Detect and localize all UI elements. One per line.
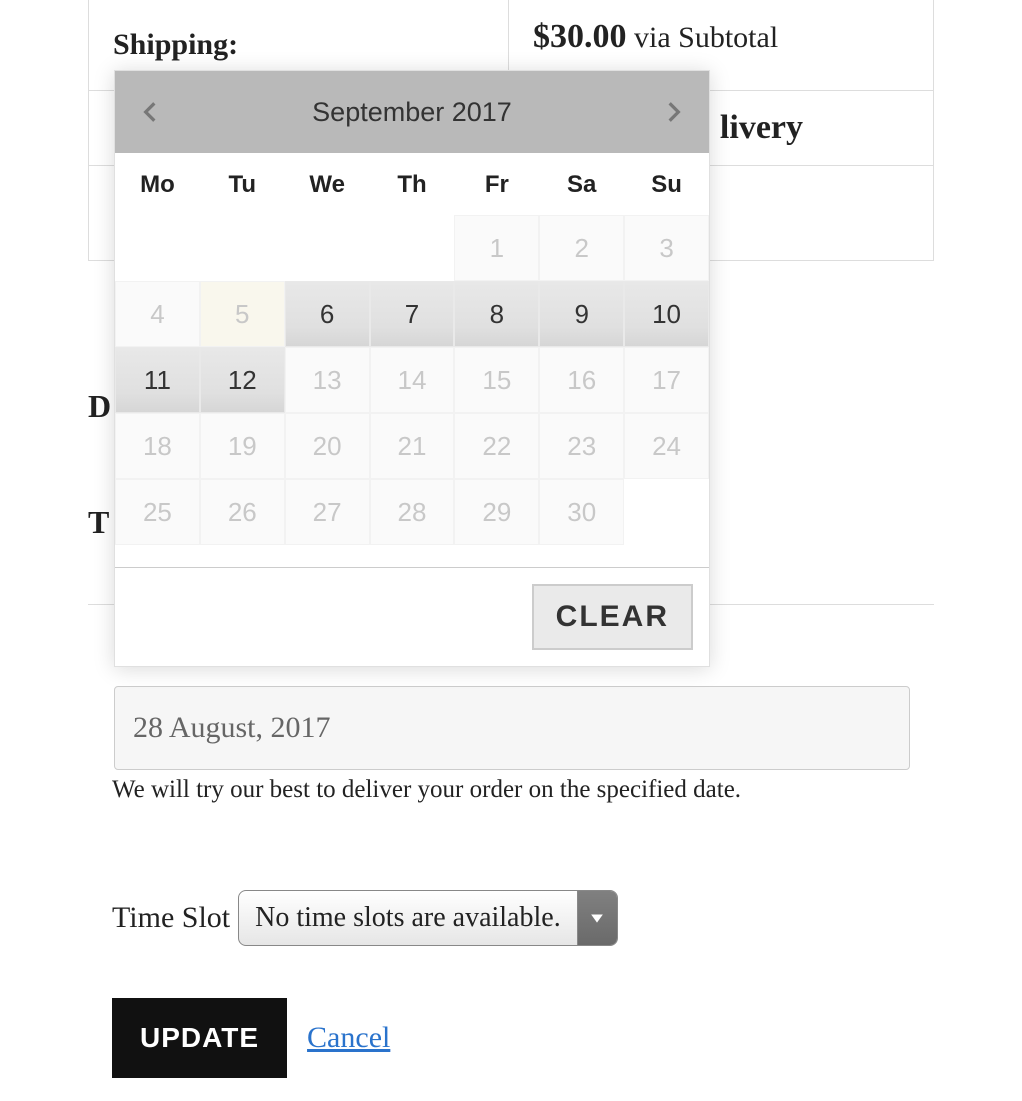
calendar-day: 29 xyxy=(454,479,539,545)
calendar-day: 15 xyxy=(454,347,539,413)
weekday-header: Su xyxy=(624,171,709,199)
calendar-day: 23 xyxy=(539,413,624,479)
calendar-empty xyxy=(624,479,709,545)
calendar-day[interactable]: 9 xyxy=(539,281,624,347)
calendar-day: 28 xyxy=(370,479,455,545)
delivery-date-input[interactable] xyxy=(114,686,910,770)
timeslot-label: Time Slot xyxy=(112,901,230,935)
calendar-day[interactable]: 7 xyxy=(370,281,455,347)
prev-month-button[interactable] xyxy=(125,87,175,137)
calendar-day: 22 xyxy=(454,413,539,479)
next-month-button[interactable] xyxy=(649,87,699,137)
calendar-day: 17 xyxy=(624,347,709,413)
shipping-via: via Subtotal xyxy=(634,21,778,54)
datepicker: September 2017 MoTuWeThFrSaSu 1234567891… xyxy=(114,70,710,667)
calendar-day: 14 xyxy=(370,347,455,413)
datepicker-footer: CLEAR xyxy=(115,567,709,666)
chevron-down-icon xyxy=(577,891,617,945)
calendar-day: 25 xyxy=(115,479,200,545)
calendar-empty xyxy=(370,215,455,281)
bg-label-t: T xyxy=(88,504,109,541)
datepicker-header: September 2017 xyxy=(115,71,709,153)
shipping-price: $30.00 xyxy=(533,18,627,55)
calendar-day: 26 xyxy=(200,479,285,545)
clear-button[interactable]: CLEAR xyxy=(532,584,693,650)
calendar-empty xyxy=(285,215,370,281)
calendar-day: 18 xyxy=(115,413,200,479)
calendar-day: 16 xyxy=(539,347,624,413)
calendar-empty xyxy=(200,215,285,281)
weekday-header: Mo xyxy=(115,171,200,199)
calendar-day: 4 xyxy=(115,281,200,347)
delivery-date-help: We will try our best to deliver your ord… xyxy=(112,776,741,804)
calendar-day: 2 xyxy=(539,215,624,281)
cancel-link[interactable]: Cancel xyxy=(307,1021,390,1055)
timeslot-selected: No time slots are available. xyxy=(239,891,577,945)
calendar-day: 1 xyxy=(454,215,539,281)
calendar-day[interactable]: 12 xyxy=(200,347,285,413)
weekday-header: Sa xyxy=(539,171,624,199)
calendar-day: 20 xyxy=(285,413,370,479)
calendar-day: 24 xyxy=(624,413,709,479)
update-button[interactable]: UPDATE xyxy=(112,998,287,1078)
calendar-day: 19 xyxy=(200,413,285,479)
datepicker-title: September 2017 xyxy=(312,97,512,128)
weekday-header: Th xyxy=(370,171,455,199)
timeslot-select[interactable]: No time slots are available. xyxy=(238,890,618,946)
bg-label-d: D xyxy=(88,388,111,425)
weekday-header: Fr xyxy=(454,171,539,199)
calendar-day[interactable]: 10 xyxy=(624,281,709,347)
datepicker-grid: 1234567891011121314151617181920212223242… xyxy=(115,215,709,545)
datepicker-weekdays: MoTuWeThFrSaSu xyxy=(115,153,709,215)
calendar-day: 27 xyxy=(285,479,370,545)
calendar-day: 5 xyxy=(200,281,285,347)
calendar-day[interactable]: 11 xyxy=(115,347,200,413)
calendar-day[interactable]: 6 xyxy=(285,281,370,347)
weekday-header: Tu xyxy=(200,171,285,199)
calendar-day: 3 xyxy=(624,215,709,281)
weekday-header: We xyxy=(285,171,370,199)
calendar-day: 30 xyxy=(539,479,624,545)
calendar-empty xyxy=(115,215,200,281)
timeslot-row: Time Slot No time slots are available. xyxy=(112,890,618,946)
calendar-day: 13 xyxy=(285,347,370,413)
calendar-day[interactable]: 8 xyxy=(454,281,539,347)
calendar-day: 21 xyxy=(370,413,455,479)
form-buttons: UPDATE Cancel xyxy=(112,998,390,1078)
